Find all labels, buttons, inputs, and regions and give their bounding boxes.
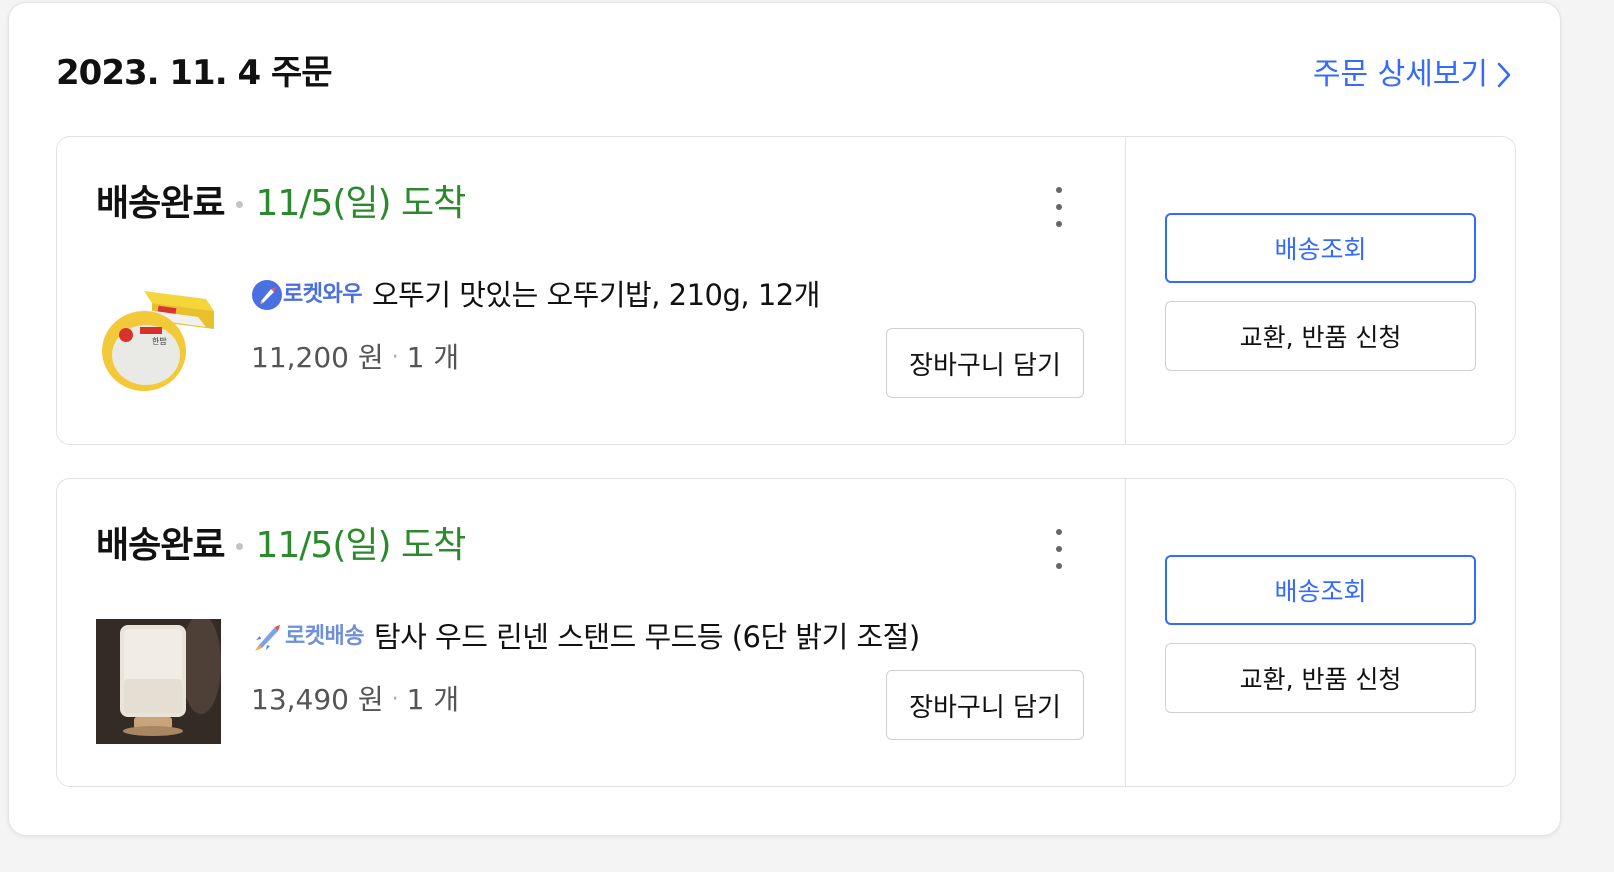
chevron-right-icon (1497, 62, 1511, 88)
shipment-info: 배송완료 11/5(일) 도착 로켓배송 탐사 우드 린넨 스탠드 무드등 (6… (57, 479, 1126, 786)
more-vertical-icon-dot (1056, 529, 1062, 535)
exchange-return-button[interactable]: 교환, 반품 신청 (1165, 301, 1476, 371)
price-line: 11,200 원 · 1 개 (251, 339, 820, 377)
track-delivery-button[interactable]: 배송조회 (1165, 555, 1476, 625)
order-detail-link[interactable]: 주문 상세보기 (1313, 55, 1512, 95)
more-vertical-icon-dot (1056, 221, 1062, 227)
rocket-wow-badge: 로켓와우 (251, 275, 362, 315)
shipment-actions: 배송조회 교환, 반품 신청 (1126, 137, 1515, 444)
status-separator-dot (236, 542, 244, 550)
add-to-cart-button[interactable]: 장바구니 담기 (886, 328, 1084, 398)
arrival-date: 11/5(일) 도착 (255, 183, 466, 224)
price-separator: · (391, 687, 399, 712)
product-title-row: 로켓와우 오뚜기 맛있는 오뚜기밥, 210g, 12개 (251, 275, 820, 315)
rocket-icon (255, 625, 280, 651)
product-price: 11,200 원 (251, 341, 384, 374)
price-line: 13,490 원 · 1 개 (251, 681, 920, 719)
arrival-date: 11/5(일) 도착 (255, 525, 466, 566)
product-info: 로켓배송 탐사 우드 린넨 스탠드 무드등 (6단 밝기 조절) 13,490 … (251, 617, 920, 719)
price-separator: · (391, 345, 399, 370)
product-thumbnail-rice[interactable]: 한밥 (96, 277, 221, 402)
product-price: 13,490 원 (251, 683, 384, 716)
product-thumbnail-lamp[interactable] (96, 619, 221, 744)
more-options-button[interactable] (1051, 187, 1067, 227)
badge-label: 로켓와우 (283, 282, 362, 307)
thumb-label: 한밥 (152, 337, 167, 346)
product-quantity: 1 개 (406, 341, 460, 374)
product-name[interactable]: 오뚜기 맛있는 오뚜기밥, 210g, 12개 (372, 275, 820, 315)
more-vertical-icon-dot (1056, 563, 1062, 569)
shipment-status-line: 배송완료 11/5(일) 도착 (96, 181, 466, 227)
order-detail-label: 주문 상세보기 (1312, 57, 1488, 92)
shipment-info: 배송완료 11/5(일) 도착 한밥 로켓와우 오뚜기 맛있는 오뚜기밥, 21… (57, 137, 1126, 444)
badge-label: 로켓배송 (285, 624, 364, 649)
shipment-actions: 배송조회 교환, 반품 신청 (1126, 479, 1515, 786)
track-delivery-button[interactable]: 배송조회 (1165, 213, 1476, 283)
product-quantity: 1 개 (406, 683, 460, 716)
shipment-group: 배송완료 11/5(일) 도착 로켓배송 탐사 우드 린넨 스탠드 무드등 (6… (56, 478, 1516, 787)
exchange-return-button[interactable]: 교환, 반품 신청 (1165, 643, 1476, 713)
product-title-row: 로켓배송 탐사 우드 린넨 스탠드 무드등 (6단 밝기 조절) (251, 617, 920, 657)
order-card: 2023. 11. 4 주문 주문 상세보기 배송완료 11/5(일) 도착 한… (8, 2, 1561, 836)
more-vertical-icon-dot (1056, 187, 1062, 193)
more-vertical-icon-dot (1056, 204, 1062, 210)
shipment-group: 배송완료 11/5(일) 도착 한밥 로켓와우 오뚜기 맛있는 오뚜기밥, 21… (56, 136, 1516, 445)
shipment-status-line: 배송완료 11/5(일) 도착 (96, 523, 466, 569)
rocket-badge: 로켓배송 (251, 617, 364, 657)
order-date-title: 2023. 11. 4 주문 (56, 53, 333, 93)
rocket-wow-icon (252, 280, 282, 310)
add-to-cart-button[interactable]: 장바구니 담기 (886, 670, 1084, 740)
more-vertical-icon-dot (1056, 546, 1062, 552)
status-separator-dot (236, 200, 244, 208)
delivery-status: 배송완료 (96, 183, 225, 224)
product-name[interactable]: 탐사 우드 린넨 스탠드 무드등 (6단 밝기 조절) (374, 617, 920, 657)
delivery-status: 배송완료 (96, 525, 225, 566)
more-options-button[interactable] (1051, 529, 1067, 569)
product-info: 로켓와우 오뚜기 맛있는 오뚜기밥, 210g, 12개 11,200 원 · … (251, 275, 820, 377)
